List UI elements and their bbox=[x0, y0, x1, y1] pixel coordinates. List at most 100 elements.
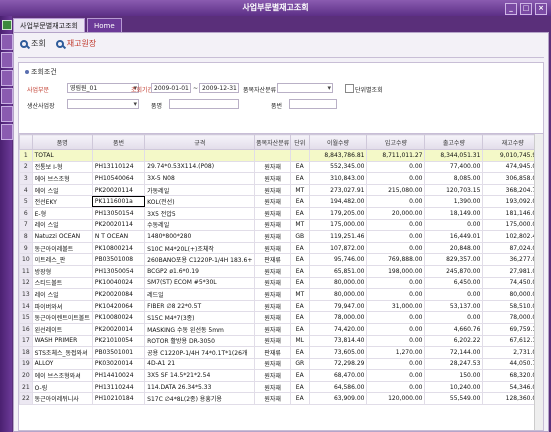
table-row[interactable]: 15 동근아이렌트이트볼트 PK10080024 S15C M4*7(3종) 원자재 EA… bbox=[19, 311, 543, 324]
cell-3[interactable]: FIBER ∅8 22*0.5T bbox=[144, 299, 256, 313]
table-row[interactable]: 11 방장형 PH13050054 BCGP2 ø1.6*0.19 원자재 EA 65,85… bbox=[19, 264, 543, 278]
cell-6[interactable]: 8,843,786.81 bbox=[308, 149, 368, 162]
cell-2[interactable]: N T OCEAN bbox=[91, 230, 146, 243]
cell-1[interactable]: 에이 브스조형와셔 bbox=[31, 369, 93, 382]
spec-field[interactable] bbox=[289, 99, 337, 109]
header-code[interactable]: 품번 bbox=[91, 134, 146, 150]
cell-8[interactable]: 120,703.15 bbox=[424, 183, 484, 197]
table-row[interactable]: 8 Natuzzi OCEAN N T OCEAN 1480*800*280 원자재 GB… bbox=[19, 230, 543, 243]
cell-8[interactable]: 20,848.00 bbox=[424, 241, 484, 255]
cell-3[interactable]: 수동레일 bbox=[144, 218, 256, 232]
asset-select[interactable] bbox=[277, 83, 333, 93]
cell-4[interactable]: 원자재 bbox=[254, 288, 291, 301]
cell-8[interactable]: 16,449.01 bbox=[424, 230, 484, 243]
cell-3[interactable]: 공용 C1220P-1/4H 74*0.1T*1(26개 bbox=[144, 346, 256, 359]
cell-5[interactable]: EA bbox=[289, 299, 310, 313]
unit-checkbox[interactable] bbox=[345, 84, 354, 93]
cell-2[interactable]: PH13110244 bbox=[91, 380, 146, 394]
cell-3[interactable]: 114.DATA 26.34*5.33 bbox=[144, 380, 256, 394]
cell-1[interactable]: TOTAL bbox=[31, 149, 93, 162]
table-row[interactable]: 4 에이 스일 PK20020114 가동레일 원자재 MT 273,027.91 215,0… bbox=[19, 183, 543, 197]
cell-5[interactable]: GR bbox=[289, 357, 310, 371]
cell-3[interactable]: SM7(ST) ECOM #5*30L bbox=[144, 276, 256, 290]
cell-2[interactable]: PK10800214 bbox=[91, 241, 146, 255]
cell-4[interactable]: 원자재 bbox=[254, 311, 291, 324]
cell-8[interactable]: 6,202.22 bbox=[424, 334, 484, 348]
cell-4[interactable]: 원자재 bbox=[254, 276, 291, 290]
table-row[interactable]: 14 파이버와셔 PK10420064 FIBER ∅8 22*0.5T 원자재 EA 79… bbox=[19, 299, 543, 313]
table-row[interactable]: 7 레이 스일 PK20020114 수동레일 원자재 MT 175,000.00 0.00 0… bbox=[19, 218, 543, 232]
home-icon[interactable] bbox=[2, 20, 12, 30]
cell-8[interactable]: 28,247.53 bbox=[424, 357, 484, 371]
cell-4[interactable]: 원자재 bbox=[254, 160, 291, 174]
cell-3[interactable]: 4D-A1 21 bbox=[144, 357, 256, 371]
cell-7[interactable]: 0.00 bbox=[366, 230, 426, 243]
cell-5[interactable]: GB bbox=[289, 230, 310, 243]
cell-5[interactable] bbox=[289, 149, 310, 162]
cell-6[interactable]: 194,482.00 bbox=[308, 195, 368, 208]
tab-home[interactable]: Home bbox=[86, 18, 122, 32]
cell-6[interactable]: 79,947.00 bbox=[308, 299, 368, 313]
cell-7[interactable]: 0.00 bbox=[366, 334, 426, 348]
table-row[interactable]: 2 전통보 I-형 PH13110124 29.74*0.53X114.(P08) 원자… bbox=[19, 160, 543, 174]
cell-1[interactable]: 전통보 I-형 bbox=[31, 160, 93, 174]
cell-8[interactable]: 0.00 bbox=[424, 311, 484, 324]
header-asset[interactable]: 품목자산분류 bbox=[254, 134, 291, 150]
header-out[interactable]: 출고수량 bbox=[424, 134, 484, 150]
cell-6[interactable]: 273,027.91 bbox=[308, 183, 368, 197]
table-row[interactable]: 3 에어 브스조형 PH10540064 3X-5 N08 원자재 EA 310,843.0… bbox=[19, 172, 543, 185]
table-row[interactable]: 17 WASH PRIMER PK21010054 ROTOR 활방용 DR-3050… bbox=[19, 334, 543, 348]
cell-7[interactable]: 20,000.00 bbox=[366, 206, 426, 220]
cell-8[interactable]: 8,085.00 bbox=[424, 172, 484, 185]
rail-tab-1[interactable] bbox=[1, 34, 13, 50]
cell-2[interactable]: PK10420064 bbox=[91, 299, 146, 313]
cell-2[interactable]: PB03501001 bbox=[91, 346, 146, 359]
cell-1[interactable]: ALLOY bbox=[31, 357, 93, 371]
cell-8[interactable]: 18,149.00 bbox=[424, 206, 484, 220]
cell-2[interactable]: PK10040024 bbox=[91, 276, 146, 290]
cell-3[interactable]: KOL(전선) bbox=[144, 195, 256, 208]
cell-6[interactable]: 63,909.00 bbox=[308, 392, 368, 406]
item-field[interactable] bbox=[169, 99, 239, 109]
cell-8[interactable]: 55,549.00 bbox=[424, 392, 484, 406]
cell-7[interactable]: 215,080.00 bbox=[366, 183, 426, 197]
rail-tab-3[interactable] bbox=[1, 70, 13, 86]
maximize-button[interactable]: □ bbox=[520, 3, 532, 15]
cell-8[interactable]: 150.00 bbox=[424, 369, 484, 382]
cell-6[interactable]: 107,872.00 bbox=[308, 241, 368, 255]
cell-5[interactable]: EA bbox=[289, 264, 310, 278]
cell-7[interactable]: 0.00 bbox=[366, 276, 426, 290]
table-row[interactable]: 16 왼선레이트 PK20020014 MASKING 수동 왼선동 5mm 원자재 EA… bbox=[19, 322, 543, 336]
cell-5[interactable]: MT bbox=[289, 288, 310, 301]
cell-4[interactable]: 원자재 bbox=[254, 334, 291, 348]
cell-8[interactable]: 8,344,051.31 bbox=[424, 149, 484, 162]
cell-2[interactable]: PH10210184 bbox=[91, 392, 146, 406]
cell-1[interactable]: 동근아이렌트이트볼트 bbox=[31, 311, 93, 324]
cell-1[interactable]: O-링 bbox=[31, 380, 93, 394]
cell-4[interactable]: 원자재 bbox=[254, 230, 291, 243]
warehouse-select[interactable] bbox=[67, 99, 139, 109]
cell-6[interactable]: 73,605.00 bbox=[308, 346, 368, 359]
cell-2[interactable]: PK03020014 bbox=[91, 357, 146, 371]
header-spec[interactable]: 규격 bbox=[144, 134, 256, 150]
cell-6[interactable]: 78,000.00 bbox=[308, 311, 368, 324]
rail-tab-5[interactable] bbox=[1, 106, 13, 122]
cell-6[interactable]: 119,251.46 bbox=[308, 230, 368, 243]
cell-2[interactable]: PK20020114 bbox=[91, 218, 146, 232]
cell-7[interactable]: 31,000.00 bbox=[366, 299, 426, 313]
cell-4[interactable]: 원자재 bbox=[254, 357, 291, 371]
cell-5[interactable]: EA bbox=[289, 346, 310, 359]
cell-5[interactable]: EA bbox=[289, 253, 310, 266]
cell-5[interactable]: EA bbox=[289, 241, 310, 255]
table-row[interactable]: 22 동근아이레뒤니사 PH10210184 S17C ∅4*8L(2종) 용흥기용 원… bbox=[19, 392, 543, 406]
cell-3[interactable]: MASKING 수동 왼선동 5mm bbox=[144, 322, 256, 336]
cell-7[interactable]: 0.00 bbox=[366, 195, 426, 208]
cell-1[interactable]: 왼선레이트 bbox=[31, 322, 93, 336]
cell-2[interactable]: PK21010054 bbox=[91, 334, 146, 348]
cell-2[interactable] bbox=[91, 149, 146, 162]
cell-6[interactable]: 68,470.00 bbox=[308, 369, 368, 382]
minimize-button[interactable]: _ bbox=[505, 3, 517, 15]
cell-7[interactable]: 769,888.00 bbox=[366, 253, 426, 266]
close-button[interactable]: × bbox=[535, 3, 547, 15]
cell-5[interactable]: EA bbox=[289, 380, 310, 394]
